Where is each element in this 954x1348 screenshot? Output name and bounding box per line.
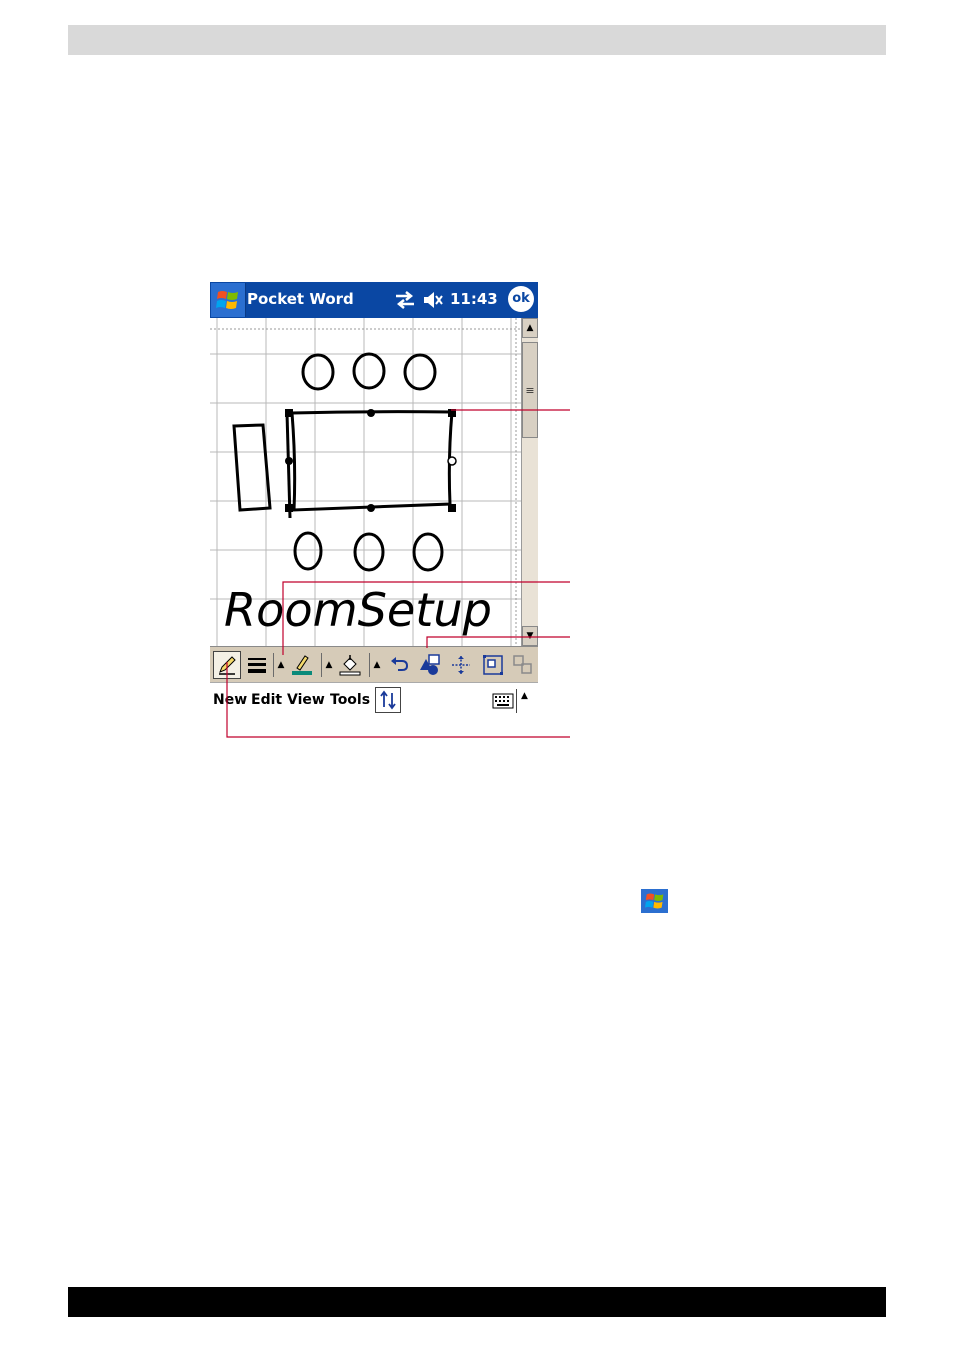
group-icon [483,655,503,675]
pocket-pc-screen: Pocket Word 11:43 ok RoomSetup ▲ ≡ ▼ ▲ ▲… [210,282,538,718]
scroll-up-arrow-icon[interactable]: ▲ [522,318,538,338]
menu-edit[interactable]: Edit [251,692,282,708]
drawing-canvas[interactable]: RoomSetup [210,318,521,646]
menu-new[interactable]: New [213,692,247,708]
undo-icon [391,657,409,671]
handwritten-text: RoomSetup [224,583,492,637]
undo-dropdown-arrow-icon[interactable]: ▲ [372,651,382,679]
toolbar-separator [321,653,322,677]
undo-button[interactable] [386,651,412,679]
title-bar: Pocket Word 11:43 ok [210,282,538,318]
scroll-down-arrow-icon[interactable]: ▼ [522,626,538,646]
fill-color-button[interactable] [336,651,364,679]
fill-color-dropdown-arrow-icon[interactable]: ▲ [324,651,334,679]
menu-tools[interactable]: Tools [330,692,370,708]
drawing-toolbar: ▲ ▲ ▲ [210,646,538,682]
vertical-scrollbar[interactable]: ▲ ≡ ▼ [521,318,538,646]
shapes-button[interactable] [416,651,444,679]
toolbar-separator [273,653,274,677]
align-icon [452,656,470,674]
page-footer-band [68,1287,886,1317]
line-color-dropdown-arrow-icon[interactable]: ▲ [276,651,286,679]
ungroup-button[interactable] [510,651,536,679]
pen-button[interactable] [213,651,241,679]
shapes-icon [420,654,440,675]
line-color-button[interactable] [288,651,316,679]
pen-icon [219,656,236,675]
start-menu-inline-icon [641,889,668,913]
volume-muted-icon[interactable] [422,290,444,310]
up-down-arrows-icon [380,690,396,710]
app-title: Pocket Word [247,290,354,308]
menu-view[interactable]: View [287,692,325,708]
line-thickness-button[interactable] [244,651,270,679]
line-thickness-icon [248,658,266,673]
group-button[interactable] [480,651,506,679]
line-color-icon [292,655,312,675]
start-button[interactable] [211,283,246,317]
ok-button[interactable]: ok [508,286,534,312]
menu-bar: New Edit View Tools ▲ [210,682,538,718]
connectivity-icon[interactable] [394,290,416,310]
windows-flag-icon [216,291,238,309]
clock[interactable]: 11:43 [450,290,498,308]
keyboard-icon[interactable] [492,693,514,709]
page-header-band [68,25,886,55]
drawing-surface: RoomSetup [210,318,521,646]
toolbar-separator [369,653,370,677]
keyboard-separator [516,689,517,713]
input-panel-arrow-icon[interactable]: ▲ [521,691,528,701]
align-button[interactable] [448,651,474,679]
fill-color-icon [339,655,361,676]
writing-mode-toggle[interactable] [375,687,401,713]
windows-flag-icon [645,893,664,909]
scroll-thumb[interactable]: ≡ [522,342,538,438]
ungroup-icon [513,655,532,674]
